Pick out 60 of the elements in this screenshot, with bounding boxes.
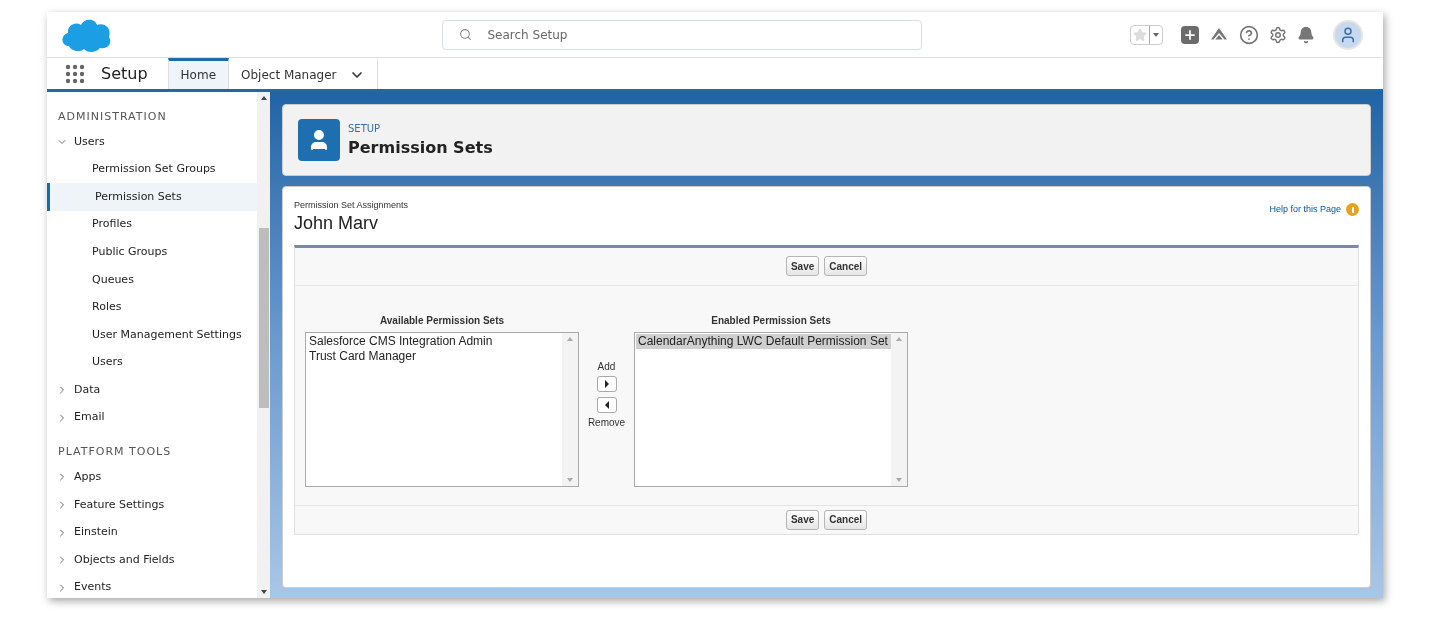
scrollbar-thumb[interactable]	[258, 228, 269, 408]
page-title: Permission Sets	[348, 136, 493, 159]
sidebar-group[interactable]: Data	[47, 376, 257, 404]
favorites-button[interactable]	[1130, 24, 1163, 45]
listbox-option[interactable]: Salesforce CMS Integration Admin	[307, 333, 562, 349]
app-launcher-icon[interactable]	[65, 63, 85, 84]
help-link[interactable]: Help for this Page	[1269, 203, 1341, 217]
listbox[interactable]: Salesforce CMS Integration Admin Trust Card Manager	[305, 331, 579, 487]
sidebar-item[interactable]: Permission Sets	[47, 183, 257, 211]
listbox-option[interactable]: Trust Card Manager	[307, 348, 562, 364]
sidebar-item[interactable]: Permission Set Groups	[47, 155, 257, 184]
sidebar-group[interactable]: Feature Settings	[47, 491, 257, 519]
sidebar-group[interactable]: Email	[47, 403, 257, 432]
sidebar-scrollbar[interactable]	[257, 92, 270, 598]
search-field[interactable]: Search Setup	[441, 19, 922, 50]
nav-tab[interactable]: Object Manager	[229, 58, 378, 89]
section-heading: PLATFORM TOOLS	[57, 444, 173, 461]
sidebar-item[interactable]: User Management Settings	[47, 321, 257, 349]
add-button[interactable]	[596, 375, 617, 392]
listbox-option[interactable]: CalendarAnything LWC Default Permission Set	[636, 333, 891, 349]
sidebar-group[interactable]: Objects and Fields	[47, 546, 257, 574]
listbox[interactable]: CalendarAnything LWC Default Permission Set	[634, 331, 908, 487]
scroll-down-icon	[896, 477, 902, 482]
sidebar-item[interactable]: Users	[47, 348, 257, 377]
listbox-label: Available Permission Sets	[379, 313, 505, 328]
sidebar-group[interactable]: Events	[47, 573, 257, 598]
sidebar-item[interactable]: Queues	[47, 265, 257, 294]
action-button[interactable]: Save	[785, 256, 820, 276]
action-button[interactable]: Save	[785, 509, 820, 530]
settings-icon[interactable]	[1269, 25, 1287, 44]
record-name: John Marv	[294, 212, 380, 233]
record-subtitle: Permission Set Assignments	[294, 199, 409, 212]
scrollbar[interactable]	[562, 332, 578, 486]
scroll-up-icon	[567, 336, 573, 341]
sidebar-group[interactable]: Apps	[47, 463, 257, 492]
nav-tab[interactable]: Home	[167, 58, 229, 89]
add-label: Add	[597, 359, 616, 374]
avatar-icon[interactable]	[1333, 19, 1363, 50]
remove-label: Remove	[587, 415, 626, 430]
user-icon	[298, 119, 340, 161]
star-icon	[1133, 27, 1147, 42]
sidebar-item[interactable]: Profiles	[47, 210, 257, 239]
app-name: Setup	[101, 62, 148, 85]
scroll-up-icon	[896, 336, 902, 341]
search-icon	[458, 27, 472, 41]
action-button[interactable]: Cancel	[824, 509, 868, 530]
sidebar-item[interactable]: Public Groups	[47, 238, 257, 266]
notifications-icon[interactable]	[1297, 25, 1315, 44]
sidebar-item[interactable]: Roles	[47, 293, 257, 322]
scrollbar[interactable]	[891, 332, 907, 486]
action-button[interactable]: Cancel	[824, 256, 868, 276]
sidebar-group[interactable]: Users	[47, 128, 257, 156]
help-icon[interactable]	[1239, 24, 1259, 45]
listbox-label: Enabled Permission Sets	[711, 313, 831, 328]
sidebar-group[interactable]: Einstein	[47, 518, 257, 547]
remove-button[interactable]	[596, 396, 617, 413]
scroll-down-icon	[567, 477, 573, 482]
page-eyebrow: SETUP	[348, 121, 382, 136]
section-heading: ADMINISTRATION	[57, 108, 168, 125]
add-icon[interactable]	[1181, 25, 1199, 44]
